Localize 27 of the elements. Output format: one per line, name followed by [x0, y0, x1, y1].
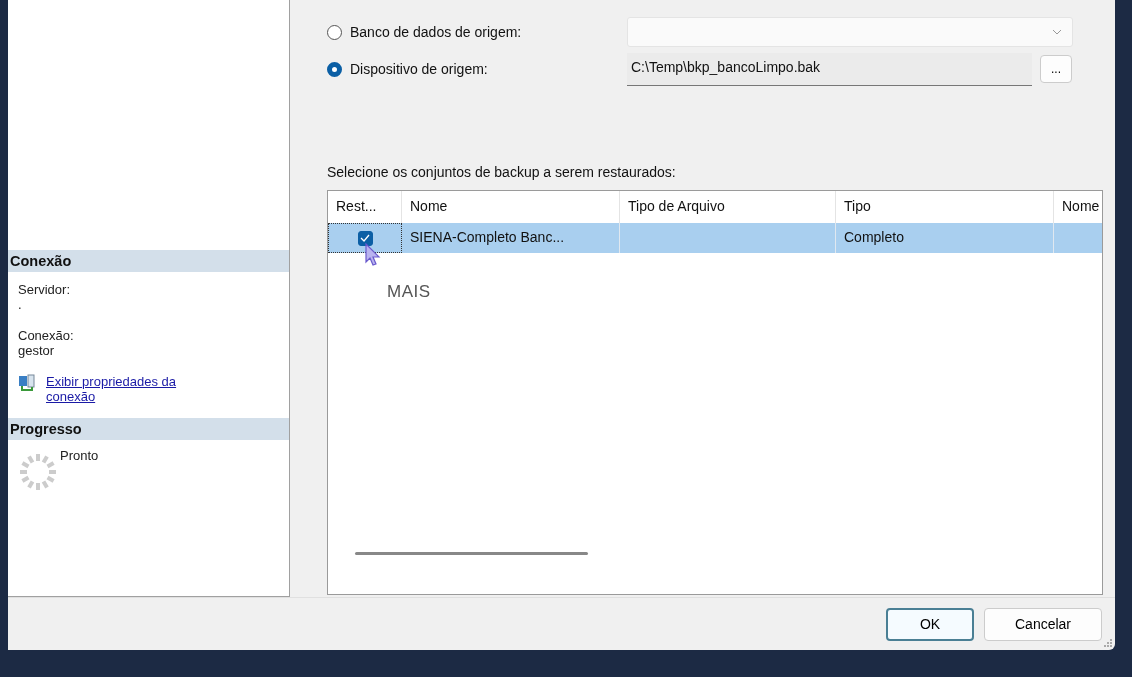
table-cell: Completo — [844, 229, 904, 245]
section-header: Conexão — [8, 250, 289, 272]
dialog-button[interactable]: OK — [886, 607, 974, 641]
table-cell: SIENA-Completo Banc... — [410, 229, 565, 245]
progress-status: Pronto — [60, 448, 99, 463]
option-label: Banco de dados de origem: — [350, 24, 523, 40]
field-label: Conexão: — [18, 328, 75, 343]
device-path-field[interactable]: C:\Temp\bkp_bancoLimpo.bak — [627, 52, 1032, 86]
spinner-icon — [18, 452, 58, 492]
restore-checkbox[interactable] — [357, 230, 373, 246]
overlay-caption: MAIS — [387, 282, 431, 302]
field-label: Servidor: — [18, 282, 72, 297]
radio-button[interactable] — [327, 61, 342, 77]
table-row[interactable]: SIENA-Completo Banc... Completo — [328, 223, 1102, 253]
backup-sets-label: Selecione os conjuntos de backup a serem restaurados: — [327, 164, 677, 180]
field-value: . — [18, 297, 23, 312]
connection-properties-link[interactable]: Exibir propriedades da conexão — [46, 374, 226, 404]
resize-grip-icon — [1103, 638, 1113, 648]
connection-icon — [18, 374, 38, 392]
mouse-cursor-icon — [364, 243, 382, 267]
browse-button[interactable]: ... — [1040, 55, 1072, 83]
field-value: gestor — [18, 343, 56, 358]
option-label: Dispositivo de origem: — [350, 61, 489, 77]
dialog-button[interactable]: Cancelar — [984, 607, 1102, 641]
horizontal-scrollbar[interactable] — [355, 552, 588, 555]
chevron-icon — [1052, 29, 1062, 35]
section-header: Progresso — [8, 418, 289, 440]
